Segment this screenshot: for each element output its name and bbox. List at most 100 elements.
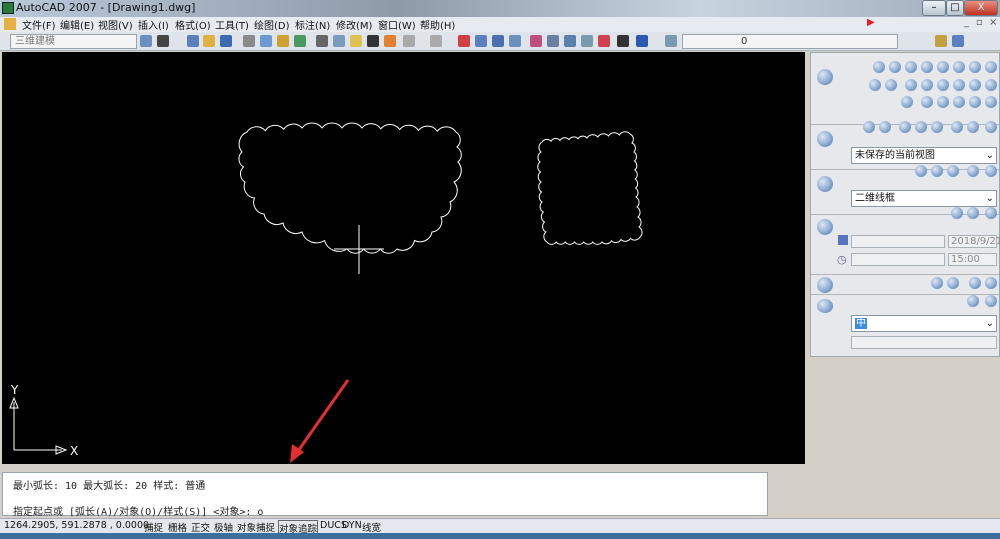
panel-tool-icon[interactable] bbox=[951, 121, 963, 133]
toolbar-button-icon[interactable] bbox=[260, 35, 272, 47]
panel-tool-icon[interactable] bbox=[967, 165, 979, 177]
panel-tool-icon[interactable] bbox=[905, 61, 917, 73]
toolbar-button-icon[interactable] bbox=[581, 35, 593, 47]
toolbar-button-icon[interactable] bbox=[564, 35, 576, 47]
doc-close-button[interactable]: × bbox=[989, 17, 997, 28]
panel-tool-icon[interactable] bbox=[869, 79, 881, 91]
panel-tool-icon[interactable] bbox=[863, 121, 875, 133]
doc-restore-button[interactable]: ▫ bbox=[976, 17, 983, 28]
lineweight-toggle[interactable]: 线宽 bbox=[362, 520, 381, 534]
panel-tool-icon[interactable] bbox=[905, 79, 917, 91]
osnap-toggle[interactable]: 对象捕捉 bbox=[237, 520, 275, 534]
panel-tool-icon[interactable] bbox=[953, 61, 965, 73]
toolbar-button-icon[interactable] bbox=[530, 35, 542, 47]
toolbar-button-icon[interactable] bbox=[617, 35, 629, 47]
date-field[interactable]: 2018/9/21 bbox=[948, 235, 1000, 248]
close-button[interactable]: X bbox=[964, 0, 998, 16]
toolbar-button-icon[interactable] bbox=[665, 35, 677, 47]
menu-insert[interactable]: 插入(I) bbox=[138, 17, 169, 32]
toolbar-button-icon[interactable] bbox=[187, 35, 199, 47]
panel-tool-icon[interactable] bbox=[969, 79, 981, 91]
menu-tools[interactable]: 工具(T) bbox=[215, 17, 249, 32]
menu-file[interactable]: 文件(F) bbox=[22, 17, 56, 32]
time-slider[interactable] bbox=[851, 253, 945, 266]
panel-tool-icon[interactable] bbox=[873, 61, 885, 73]
toolbar-button-icon[interactable] bbox=[367, 35, 379, 47]
panel-tool-icon[interactable] bbox=[985, 165, 997, 177]
toolbar-button-icon[interactable] bbox=[458, 35, 470, 47]
grid-toggle[interactable]: 栅格 bbox=[168, 520, 187, 534]
panel-tool-icon[interactable] bbox=[947, 165, 959, 177]
panel-tool-icon[interactable] bbox=[937, 79, 949, 91]
panel-tool-icon[interactable] bbox=[985, 207, 997, 219]
toolbar-button-icon[interactable] bbox=[157, 35, 169, 47]
panel-tool-icon[interactable] bbox=[921, 96, 933, 108]
render-quality-dropdown[interactable]: 中 ⌄ bbox=[851, 315, 997, 332]
panel-tool-icon[interactable] bbox=[985, 79, 997, 91]
toolbar-button-icon[interactable] bbox=[492, 35, 504, 47]
toolbar-button-icon[interactable] bbox=[547, 35, 559, 47]
panel-tool-icon[interactable] bbox=[889, 61, 901, 73]
panel-tool-icon[interactable] bbox=[953, 96, 965, 108]
toolbar-button-icon[interactable] bbox=[316, 35, 328, 47]
menu-view[interactable]: 视图(V) bbox=[98, 17, 133, 32]
toolbar-button-icon[interactable] bbox=[475, 35, 487, 47]
visual-style-dropdown[interactable]: 二维线框 ⌄ bbox=[851, 190, 997, 207]
panel-tool-icon[interactable] bbox=[899, 121, 911, 133]
panel-tool-icon[interactable] bbox=[931, 165, 943, 177]
menu-format[interactable]: 格式(O) bbox=[175, 17, 211, 32]
view-dropdown[interactable]: 未保存的当前视图 ⌄ bbox=[851, 147, 997, 164]
panel-tool-icon[interactable] bbox=[967, 121, 979, 133]
menu-help[interactable]: 帮助(H) bbox=[420, 17, 455, 32]
layer-dropdown[interactable]: 0 bbox=[682, 34, 898, 49]
toolbar-button-icon[interactable] bbox=[509, 35, 521, 47]
panel-tool-icon[interactable] bbox=[985, 121, 997, 133]
command-window[interactable]: 最小弧长: 10 最大弧长: 20 样式: 普通 指定起点或 [弧长(A)/对象… bbox=[2, 472, 768, 518]
toolbar-button-icon[interactable] bbox=[140, 35, 152, 47]
panel-tool-icon[interactable] bbox=[967, 207, 979, 219]
panel-tool-icon[interactable] bbox=[915, 165, 927, 177]
toolbar-button-icon[interactable] bbox=[243, 35, 255, 47]
panel-tool-icon[interactable] bbox=[951, 207, 963, 219]
menu-modify[interactable]: 修改(M) bbox=[336, 17, 372, 32]
panel-tool-icon[interactable] bbox=[937, 96, 949, 108]
panel-tool-icon[interactable] bbox=[921, 61, 933, 73]
panel-tool-icon[interactable] bbox=[901, 96, 913, 108]
toolbar-button-icon[interactable] bbox=[384, 35, 396, 47]
menu-dimension[interactable]: 标注(N) bbox=[295, 17, 330, 32]
panel-tool-icon[interactable] bbox=[967, 295, 979, 307]
toolbar-button-icon[interactable] bbox=[430, 35, 442, 47]
time-field[interactable]: 15:00 bbox=[948, 253, 997, 266]
toolbar-button-icon[interactable] bbox=[935, 35, 947, 47]
date-slider[interactable] bbox=[851, 235, 945, 248]
toolbar-button-icon[interactable] bbox=[294, 35, 306, 47]
panel-tool-icon[interactable] bbox=[969, 96, 981, 108]
command-prompt[interactable]: 指定起点或 [弧长(A)/对象(O)/样式(S)] <对象>: o bbox=[13, 503, 263, 518]
toolbar-button-icon[interactable] bbox=[220, 35, 232, 47]
ortho-toggle[interactable]: 正交 bbox=[191, 520, 210, 534]
panel-tool-icon[interactable] bbox=[985, 277, 997, 289]
panel-tool-icon[interactable] bbox=[937, 61, 949, 73]
panel-tool-icon[interactable] bbox=[947, 277, 959, 289]
toolbar-button-icon[interactable] bbox=[952, 35, 964, 47]
toolbar-button-icon[interactable] bbox=[598, 35, 610, 47]
toolbar-button-icon[interactable] bbox=[277, 35, 289, 47]
polar-toggle[interactable]: 极轴 bbox=[214, 520, 233, 534]
toolbar-button-icon[interactable] bbox=[333, 35, 345, 47]
panel-tool-icon[interactable] bbox=[931, 121, 943, 133]
panel-tool-icon[interactable] bbox=[879, 121, 891, 133]
maximize-button[interactable]: □ bbox=[946, 0, 964, 16]
panel-tool-icon[interactable] bbox=[969, 277, 981, 289]
menu-edit[interactable]: 编辑(E) bbox=[60, 17, 94, 32]
doc-minimize-button[interactable]: _ bbox=[964, 17, 969, 28]
panel-tool-icon[interactable] bbox=[953, 79, 965, 91]
toolbar-button-icon[interactable] bbox=[403, 35, 415, 47]
dyn-toggle[interactable]: DYN bbox=[342, 520, 362, 531]
panel-tool-icon[interactable] bbox=[985, 61, 997, 73]
panel-tool-icon[interactable] bbox=[915, 121, 927, 133]
toolbar-button-icon[interactable] bbox=[636, 35, 648, 47]
panel-tool-icon[interactable] bbox=[985, 96, 997, 108]
snap-toggle[interactable]: 捕捉 bbox=[144, 520, 163, 534]
drawing-canvas[interactable]: Y X bbox=[2, 52, 805, 464]
workspace-dropdown[interactable]: 三维建模 bbox=[10, 34, 137, 49]
